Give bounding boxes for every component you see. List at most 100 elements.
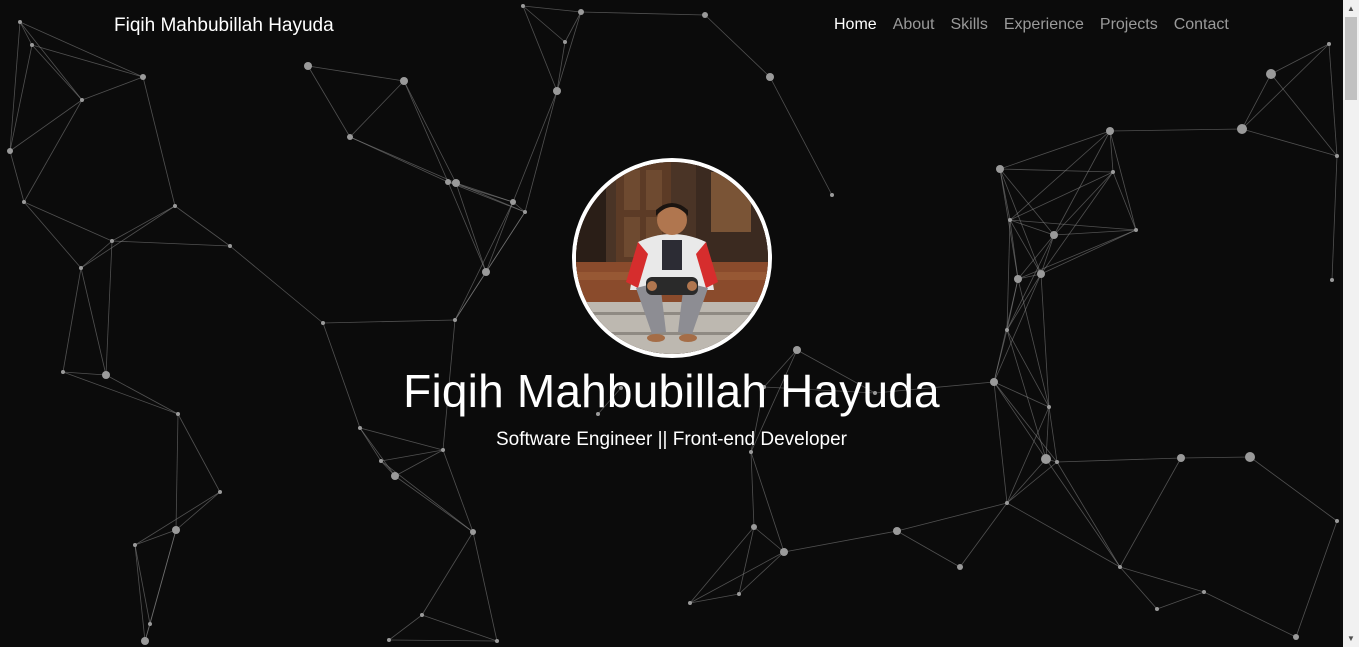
nav-item-projects: Projects [1100, 16, 1158, 34]
particle-link [1017, 278, 1050, 408]
particle-link [689, 593, 740, 604]
particle-node [830, 193, 834, 197]
particle-link [359, 427, 396, 477]
particle-link [455, 182, 514, 203]
particle-node [688, 601, 692, 605]
particle-link [763, 349, 798, 388]
particle-link [455, 182, 487, 273]
particle-link [1109, 130, 1137, 231]
particle-node [61, 370, 65, 374]
particle-link [999, 130, 1111, 170]
particle-link [9, 99, 83, 152]
scroll-up-arrow-icon[interactable]: ▲ [1343, 0, 1359, 17]
particle-link [23, 201, 82, 269]
particle-node [737, 592, 741, 596]
particle-node [1005, 501, 1009, 505]
particle-node [596, 412, 600, 416]
particle-link [1045, 458, 1121, 568]
particle-node [358, 426, 362, 430]
navbar: Fiqih Mahbubillah Hayuda Home About Skil… [0, 0, 1343, 54]
particle-node [510, 199, 516, 205]
particle-link [1040, 234, 1055, 275]
particle-link [421, 531, 474, 616]
particle-node [1335, 154, 1339, 158]
particle-node [1177, 454, 1185, 462]
particle-link [874, 381, 995, 394]
particle-link [421, 614, 498, 642]
particle-link [80, 205, 176, 269]
particle-node [495, 639, 499, 643]
particle-link [388, 614, 423, 641]
particle-node [321, 321, 325, 325]
particle-link [1006, 406, 1050, 504]
particle-link [403, 80, 457, 184]
particle-node [751, 524, 757, 530]
nav-item-home: Home [834, 16, 877, 34]
particle-node [1134, 228, 1138, 232]
particle-link [1009, 171, 1114, 221]
particle-link [1156, 591, 1205, 610]
particle-link [1119, 566, 1205, 593]
particle-link [689, 526, 755, 604]
particle-node [1330, 278, 1334, 282]
particle-link [174, 205, 231, 247]
particle-link [1006, 219, 1011, 331]
particle-link [111, 205, 176, 242]
nav-link-contact[interactable]: Contact [1174, 16, 1229, 34]
particle-node [79, 266, 83, 270]
particle-link [1017, 234, 1055, 280]
particle-link [229, 245, 324, 324]
particle-link [1180, 456, 1251, 459]
particle-link [750, 451, 755, 528]
particle-link [1249, 456, 1338, 522]
particle-node [1005, 328, 1009, 332]
particle-link [1241, 128, 1338, 157]
particle-node [420, 613, 424, 617]
particle-node [1106, 127, 1114, 135]
particle-link [1241, 73, 1272, 130]
particle-link [442, 449, 474, 533]
particle-node [619, 386, 623, 390]
particle-node [347, 134, 353, 140]
brand-link[interactable]: Fiqih Mahbubillah Hayuda [114, 15, 334, 37]
particle-node [1041, 454, 1051, 464]
particle-node [80, 98, 84, 102]
particle-node [400, 77, 408, 85]
particle-link [175, 413, 179, 531]
particle-node [482, 268, 490, 276]
particle-link [1006, 329, 1050, 408]
particle-link [750, 349, 798, 453]
particle-link [738, 526, 755, 595]
particle-link [1006, 273, 1042, 331]
particle-node [22, 200, 26, 204]
vertical-scrollbar[interactable]: ▲ ▼ [1343, 0, 1359, 647]
particle-node [957, 564, 963, 570]
scroll-down-arrow-icon[interactable]: ▼ [1343, 630, 1359, 647]
particle-link [1006, 502, 1121, 568]
particle-link [105, 240, 113, 376]
particle-link [512, 90, 558, 203]
scrollbar-thumb[interactable] [1345, 17, 1357, 100]
particle-link [1119, 457, 1182, 568]
particle-link [80, 267, 107, 376]
nav-link-about[interactable]: About [893, 16, 935, 34]
particle-node [766, 73, 774, 81]
particle-link [769, 76, 833, 196]
particle-link [750, 451, 785, 553]
particle-link [750, 386, 765, 453]
particle-link [689, 551, 785, 604]
particle-link [349, 136, 457, 184]
particle-node [1266, 69, 1276, 79]
particle-node [387, 638, 391, 642]
particle-link [1112, 171, 1137, 231]
nav-link-home[interactable]: Home [834, 16, 877, 34]
nav-link-projects[interactable]: Projects [1100, 16, 1158, 34]
nav-link-experience[interactable]: Experience [1004, 16, 1084, 34]
particle-link [142, 76, 176, 207]
nav-link-skills[interactable]: Skills [951, 16, 988, 34]
particle-link [349, 80, 405, 138]
particle-link [359, 427, 444, 451]
particle-link [134, 491, 221, 546]
particle-node [1047, 405, 1051, 409]
particle-link [1328, 43, 1338, 157]
